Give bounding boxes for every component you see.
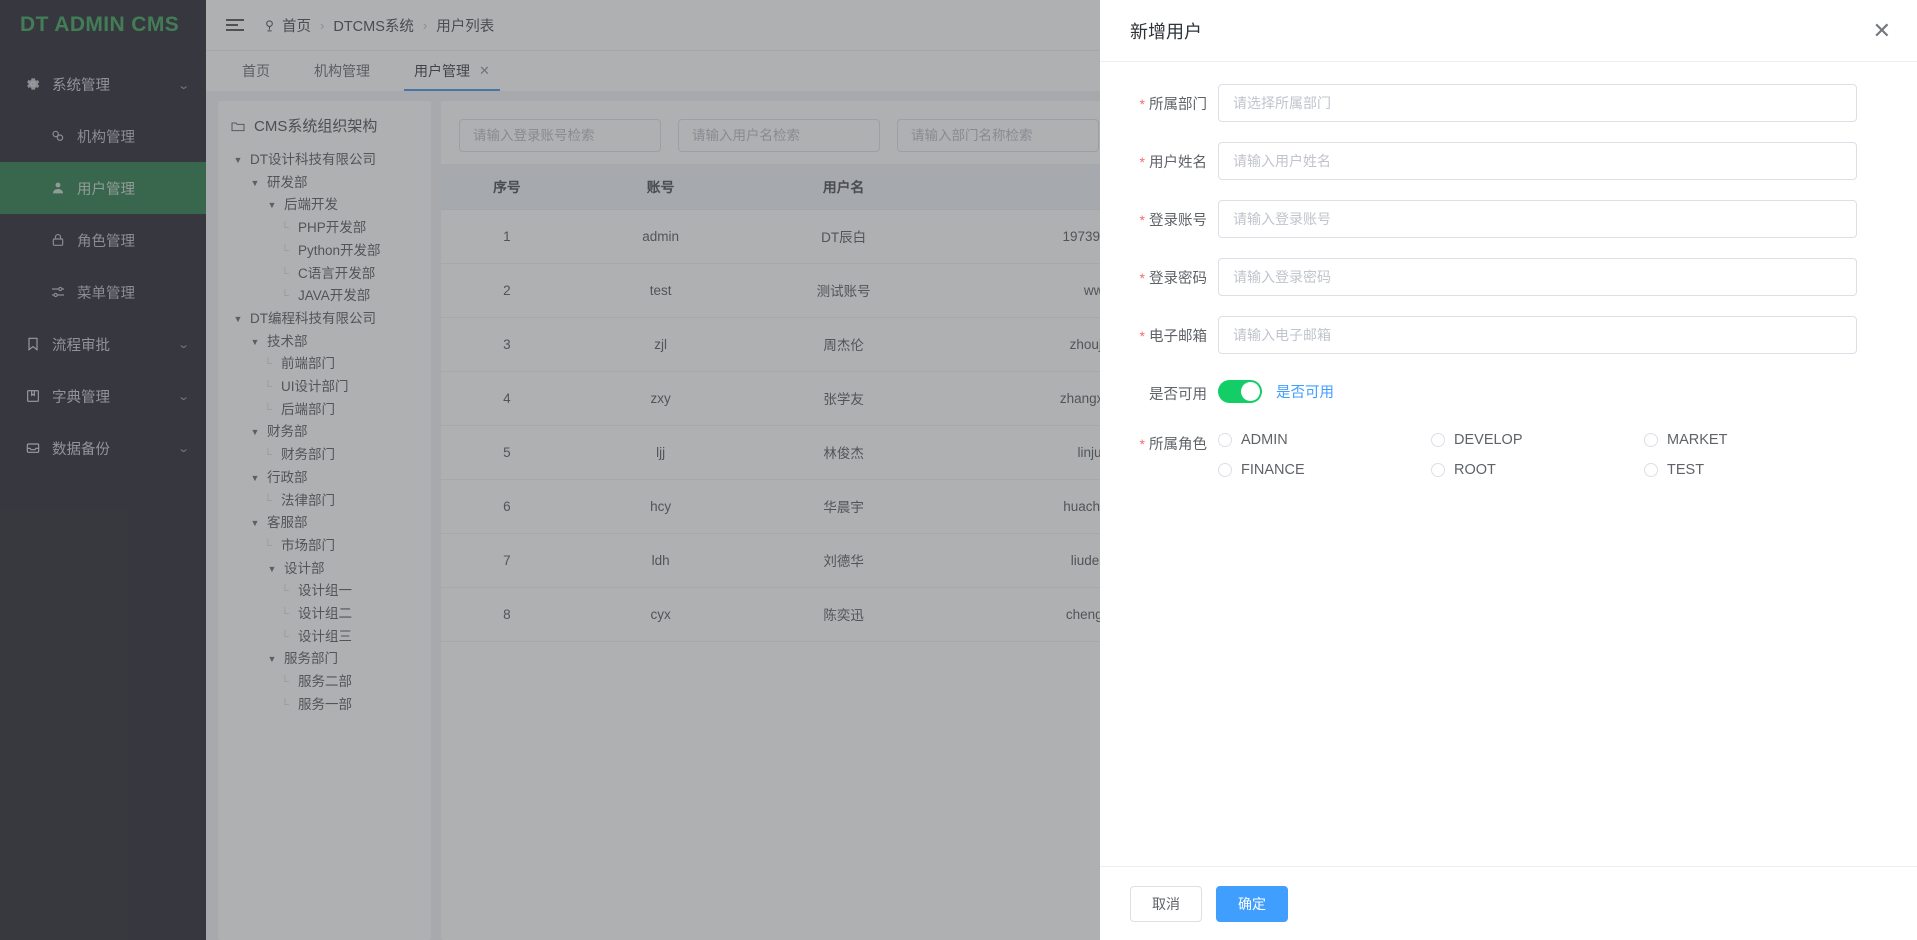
role-radio-develop[interactable]: DEVELOP bbox=[1431, 432, 1644, 448]
field-label-email: *电子邮箱 bbox=[1126, 316, 1218, 346]
role-radio-market[interactable]: MARKET bbox=[1644, 432, 1857, 448]
form-row-account: *登录账号 bbox=[1126, 200, 1857, 238]
add-user-dialog: 新增用户 ✕ *所属部门*用户姓名*登录账号*登录密码*电子邮箱 是否可用 是否… bbox=[1100, 0, 1917, 940]
role-radio-root[interactable]: ROOT bbox=[1431, 462, 1644, 478]
toggle-knob bbox=[1241, 382, 1260, 401]
department-input[interactable] bbox=[1218, 84, 1857, 122]
enabled-toggle[interactable] bbox=[1218, 380, 1262, 403]
required-asterisk: * bbox=[1140, 96, 1145, 112]
required-asterisk: * bbox=[1140, 328, 1145, 344]
required-asterisk: * bbox=[1140, 154, 1145, 170]
role-radio-label: FINANCE bbox=[1241, 462, 1305, 478]
dialog-body: *所属部门*用户姓名*登录账号*登录密码*电子邮箱 是否可用 是否可用 *所属角… bbox=[1100, 62, 1917, 866]
cancel-button[interactable]: 取消 bbox=[1130, 886, 1202, 922]
confirm-button[interactable]: 确定 bbox=[1216, 886, 1288, 922]
role-radio-label: DEVELOP bbox=[1454, 432, 1523, 448]
role-radio-label: TEST bbox=[1667, 462, 1704, 478]
role-radio-label: ROOT bbox=[1454, 462, 1496, 478]
field-label-enabled: 是否可用 bbox=[1126, 374, 1218, 404]
role-radio-finance[interactable]: FINANCE bbox=[1218, 462, 1431, 478]
form-row-username: *用户姓名 bbox=[1126, 142, 1857, 180]
enabled-toggle-text: 是否可用 bbox=[1276, 381, 1334, 402]
account-input[interactable] bbox=[1218, 200, 1857, 238]
field-label-department: *所属部门 bbox=[1126, 84, 1218, 114]
form-row-enabled: 是否可用 是否可用 bbox=[1126, 374, 1857, 404]
dialog-footer: 取消 确定 bbox=[1100, 866, 1917, 940]
password-input[interactable] bbox=[1218, 258, 1857, 296]
dialog-title: 新增用户 bbox=[1130, 18, 1202, 44]
field-label-text: 电子邮箱 bbox=[1149, 329, 1207, 345]
role-radio-test[interactable]: TEST bbox=[1644, 462, 1857, 478]
form-row-password: *登录密码 bbox=[1126, 258, 1857, 296]
required-asterisk: * bbox=[1140, 436, 1145, 452]
dialog-header: 新增用户 ✕ bbox=[1100, 0, 1917, 62]
role-radio-label: MARKET bbox=[1667, 432, 1727, 448]
form-row-email: *电子邮箱 bbox=[1126, 316, 1857, 354]
radio-circle-icon bbox=[1218, 463, 1232, 477]
radio-circle-icon bbox=[1644, 433, 1658, 447]
role-radio-label: ADMIN bbox=[1241, 432, 1288, 448]
role-radio-admin[interactable]: ADMIN bbox=[1218, 432, 1431, 448]
radio-circle-icon bbox=[1218, 433, 1232, 447]
radio-circle-icon bbox=[1431, 463, 1445, 477]
required-asterisk: * bbox=[1140, 270, 1145, 286]
form-row-roles: *所属角色 ADMIN DEVELOP MARKET FINANCE ROOT TEST bbox=[1126, 424, 1857, 478]
radio-circle-icon bbox=[1431, 433, 1445, 447]
close-icon[interactable]: ✕ bbox=[1873, 20, 1891, 42]
username-input[interactable] bbox=[1218, 142, 1857, 180]
radio-circle-icon bbox=[1644, 463, 1658, 477]
required-asterisk: * bbox=[1140, 212, 1145, 228]
field-label-text: 登录密码 bbox=[1149, 271, 1207, 287]
field-label-text: 登录账号 bbox=[1149, 213, 1207, 229]
field-label-password: *登录密码 bbox=[1126, 258, 1218, 288]
field-label-account: *登录账号 bbox=[1126, 200, 1218, 230]
email-input[interactable] bbox=[1218, 316, 1857, 354]
field-label-username: *用户姓名 bbox=[1126, 142, 1218, 172]
form-row-department: *所属部门 bbox=[1126, 84, 1857, 122]
role-radio-group: ADMIN DEVELOP MARKET FINANCE ROOT TEST bbox=[1218, 424, 1857, 478]
field-label-text: 用户姓名 bbox=[1149, 155, 1207, 171]
field-label-text: 所属部门 bbox=[1149, 97, 1207, 113]
field-label-roles: *所属角色 bbox=[1126, 424, 1218, 454]
